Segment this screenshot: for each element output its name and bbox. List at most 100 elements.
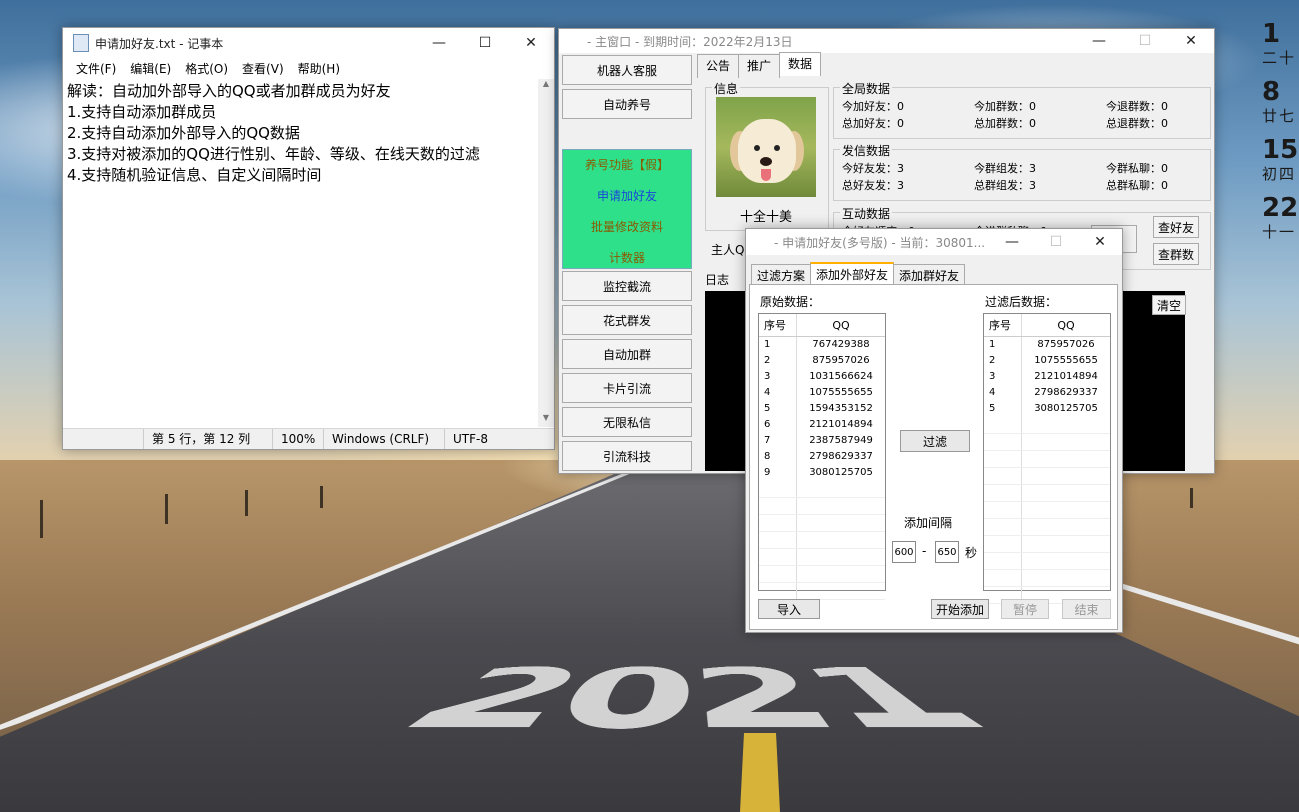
list-row[interactable] (759, 481, 885, 498)
row-qq: 3080125705 (1034, 403, 1098, 414)
stat-value: 今加群数：0 (974, 100, 1036, 113)
maximize-icon[interactable]: ☐ (462, 28, 508, 58)
submenu-add-friend[interactable]: 申请加好友 (563, 181, 691, 212)
raw-data-list[interactable]: 序号 QQ 1 767429388 2 875957026 3 1031566624 4 10… (758, 313, 886, 600)
col-qq-header: QQ (832, 318, 850, 332)
menu-view[interactable]: 查看(V) (235, 60, 291, 77)
list-row[interactable]: 8 2798629337 (759, 449, 885, 465)
row-index (984, 417, 1022, 433)
minimize-icon[interactable]: — (1076, 29, 1122, 53)
submenu-batch-edit-profile[interactable]: 批量修改资料 (563, 212, 691, 243)
list-row[interactable] (984, 417, 1110, 434)
list-row[interactable] (759, 549, 885, 566)
submenu-fake-nurture[interactable]: 养号功能【假】 (563, 150, 691, 181)
status-line-ending: Windows (CRLF) (323, 429, 444, 449)
list-row[interactable]: 1 875957026 (984, 337, 1110, 353)
list-row[interactable]: 3 2121014894 (984, 369, 1110, 385)
row-index (759, 583, 797, 599)
interval-min-input[interactable]: 600 (892, 541, 916, 563)
submenu-counter[interactable]: 计数器 (563, 243, 691, 274)
add-friend-dialog[interactable]: - 申请加好友(多号版) - 当前：30801... — ☐ ✕ 过滤方案 添加… (745, 228, 1123, 633)
list-row[interactable] (984, 434, 1110, 451)
stat-value: 今退群数：0 (1106, 100, 1168, 113)
start-add-button[interactable]: 开始添加 (931, 599, 989, 619)
list-row[interactable]: 4 1075555655 (759, 385, 885, 401)
side-button-auto-join-group[interactable]: 自动加群 (562, 339, 692, 369)
status-spacer (63, 429, 143, 449)
calendar-day: 15 (1262, 135, 1299, 165)
list-row[interactable] (759, 498, 885, 515)
list-row[interactable] (759, 583, 885, 600)
menu-help[interactable]: 帮助(H) (291, 60, 347, 77)
side-button-unlimited-dm[interactable]: 无限私信 (562, 407, 692, 437)
check-groups-button[interactable]: 查群数 (1153, 243, 1199, 265)
list-row[interactable] (759, 566, 885, 583)
list-row[interactable]: 6 2121014894 (759, 417, 885, 433)
fence-post (165, 494, 168, 524)
minimize-icon[interactable]: — (416, 28, 462, 58)
list-row[interactable]: 7 2387587949 (759, 433, 885, 449)
stop-button[interactable]: 结束 (1062, 599, 1111, 619)
tab-announcement[interactable]: 公告 (697, 54, 740, 78)
list-row[interactable]: 5 3080125705 (984, 401, 1110, 417)
side-button-auto-nurture[interactable]: 自动养号 (562, 89, 692, 119)
check-friends-button[interactable]: 查好友 (1153, 216, 1199, 238)
row-index (984, 553, 1022, 569)
list-row[interactable]: 2 1075555655 (984, 353, 1110, 369)
filtered-data-list[interactable]: 序号 QQ 1 875957026 2 1075555655 3 2121014894 4 2… (983, 313, 1111, 604)
tab-promotion[interactable]: 推广 (738, 54, 781, 78)
list-row[interactable]: 9 3080125705 (759, 465, 885, 481)
side-button-fancy-broadcast[interactable]: 花式群发 (562, 305, 692, 335)
list-row[interactable] (984, 451, 1110, 468)
send-data-title: 发信数据 (840, 142, 893, 159)
notepad-text-area[interactable]: 解读：自动加外部导入的QQ或者加群成员为好友 1.支持自动添加群成员 2.支持自… (63, 79, 538, 427)
list-row[interactable] (984, 502, 1110, 519)
close-icon[interactable]: ✕ (508, 28, 554, 58)
import-button[interactable]: 导入 (758, 599, 820, 619)
list-row[interactable]: 2 875957026 (759, 353, 885, 369)
menu-edit[interactable]: 编辑(E) (123, 60, 178, 77)
row-qq (797, 532, 885, 548)
main-titlebar[interactable]: - 主窗口 - 到期时间：2022年2月13日 — ☐ ✕ (559, 29, 1214, 53)
list-row[interactable]: 5 1594353152 (759, 401, 885, 417)
list-row[interactable]: 3 1031566624 (759, 369, 885, 385)
row-index (759, 549, 797, 565)
side-button-robot-service[interactable]: 机器人客服 (562, 55, 692, 85)
side-button-traffic-tech[interactable]: 引流科技 (562, 441, 692, 471)
interval-max-input[interactable]: 650 (935, 541, 959, 563)
list-row[interactable] (984, 485, 1110, 502)
scroll-up-icon[interactable]: ▲ (538, 79, 554, 93)
list-row[interactable] (984, 553, 1110, 570)
tab-data[interactable]: 数据 (779, 52, 822, 76)
menu-file[interactable]: 文件(F) (69, 60, 123, 77)
dialog-titlebar[interactable]: - 申请加好友(多号版) - 当前：30801... — ☐ ✕ (746, 229, 1122, 255)
row-index: 7 (759, 433, 797, 449)
notepad-titlebar[interactable]: 申请加好友.txt - 记事本 — ☐ ✕ (63, 28, 554, 58)
filter-button[interactable]: 过滤 (900, 430, 970, 452)
list-row[interactable] (759, 515, 885, 532)
list-row[interactable] (759, 532, 885, 549)
clear-log-button[interactable]: 清空 (1152, 295, 1186, 315)
close-icon[interactable]: ✕ (1168, 29, 1214, 53)
list-row[interactable]: 1 767429388 (759, 337, 885, 353)
notepad-window[interactable]: 申请加好友.txt - 记事本 — ☐ ✕ 文件(F) 编辑(E) 格式(O) … (62, 27, 555, 450)
row-qq (797, 498, 885, 514)
side-button-monitor-intercept[interactable]: 监控截流 (562, 271, 692, 301)
pause-button[interactable]: 暂停 (1001, 599, 1049, 619)
list-row[interactable] (984, 570, 1110, 587)
list-row[interactable] (984, 468, 1110, 485)
list-row[interactable] (984, 519, 1110, 536)
list-row[interactable]: 4 2798629337 (984, 385, 1110, 401)
notepad-vertical-scrollbar[interactable]: ▲ ▼ (538, 79, 554, 427)
list-row[interactable] (984, 536, 1110, 553)
filtered-data-label: 过滤后数据： (985, 295, 1058, 309)
row-qq (1022, 417, 1110, 433)
side-button-card-traffic[interactable]: 卡片引流 (562, 373, 692, 403)
scroll-down-icon[interactable]: ▼ (538, 413, 554, 427)
minimize-icon[interactable]: — (990, 229, 1034, 255)
row-qq (1022, 570, 1110, 586)
log-scrollbar[interactable] (1195, 291, 1211, 471)
profile-name: 十全十美 (739, 210, 792, 225)
menu-format[interactable]: 格式(O) (178, 60, 235, 77)
close-icon[interactable]: ✕ (1078, 229, 1122, 255)
